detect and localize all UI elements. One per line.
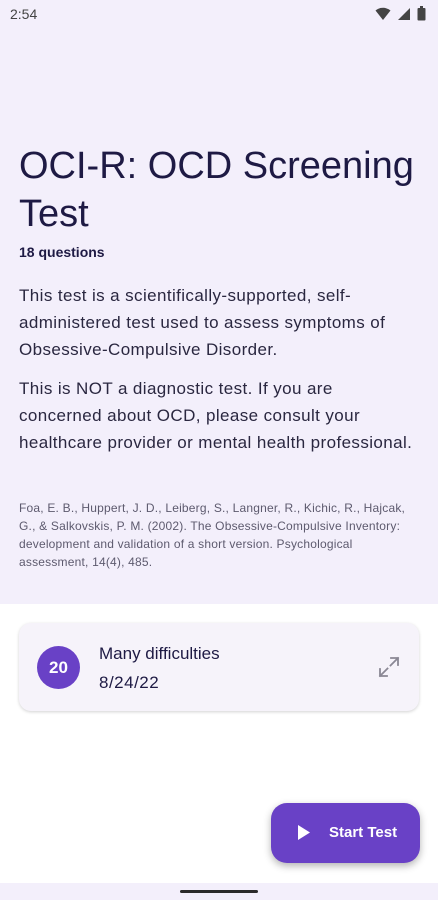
battery-icon	[417, 6, 426, 21]
status-bar: 2:54	[0, 0, 438, 30]
question-count: 18 questions	[19, 244, 105, 260]
status-icons	[375, 6, 426, 21]
previous-result-card[interactable]: 20 Many difficulties 8/24/22	[19, 623, 419, 711]
disclaimer-paragraph: This is NOT a diagnostic test. If you ar…	[19, 379, 413, 452]
navigation-bar	[0, 883, 438, 900]
wifi-icon	[375, 7, 391, 20]
citation-text: Foa, E. B., Huppert, J. D., Leiberg, S.,…	[19, 501, 406, 569]
score-badge: 20	[37, 646, 80, 689]
description-paragraph: This test is a scientifically-supported,…	[19, 286, 386, 359]
result-date: 8/24/22	[99, 673, 160, 692]
home-gesture-handle[interactable]	[180, 890, 258, 893]
result-label: Many difficulties	[99, 644, 220, 663]
status-time: 2:54	[10, 6, 38, 22]
start-test-button[interactable]: Start Test	[271, 803, 420, 863]
page-title: OCI-R: OCD Screening Test	[19, 145, 414, 235]
start-test-label: Start Test	[329, 824, 398, 841]
expand-icon[interactable]	[377, 655, 401, 679]
signal-icon	[398, 7, 410, 20]
play-icon	[298, 825, 310, 840]
